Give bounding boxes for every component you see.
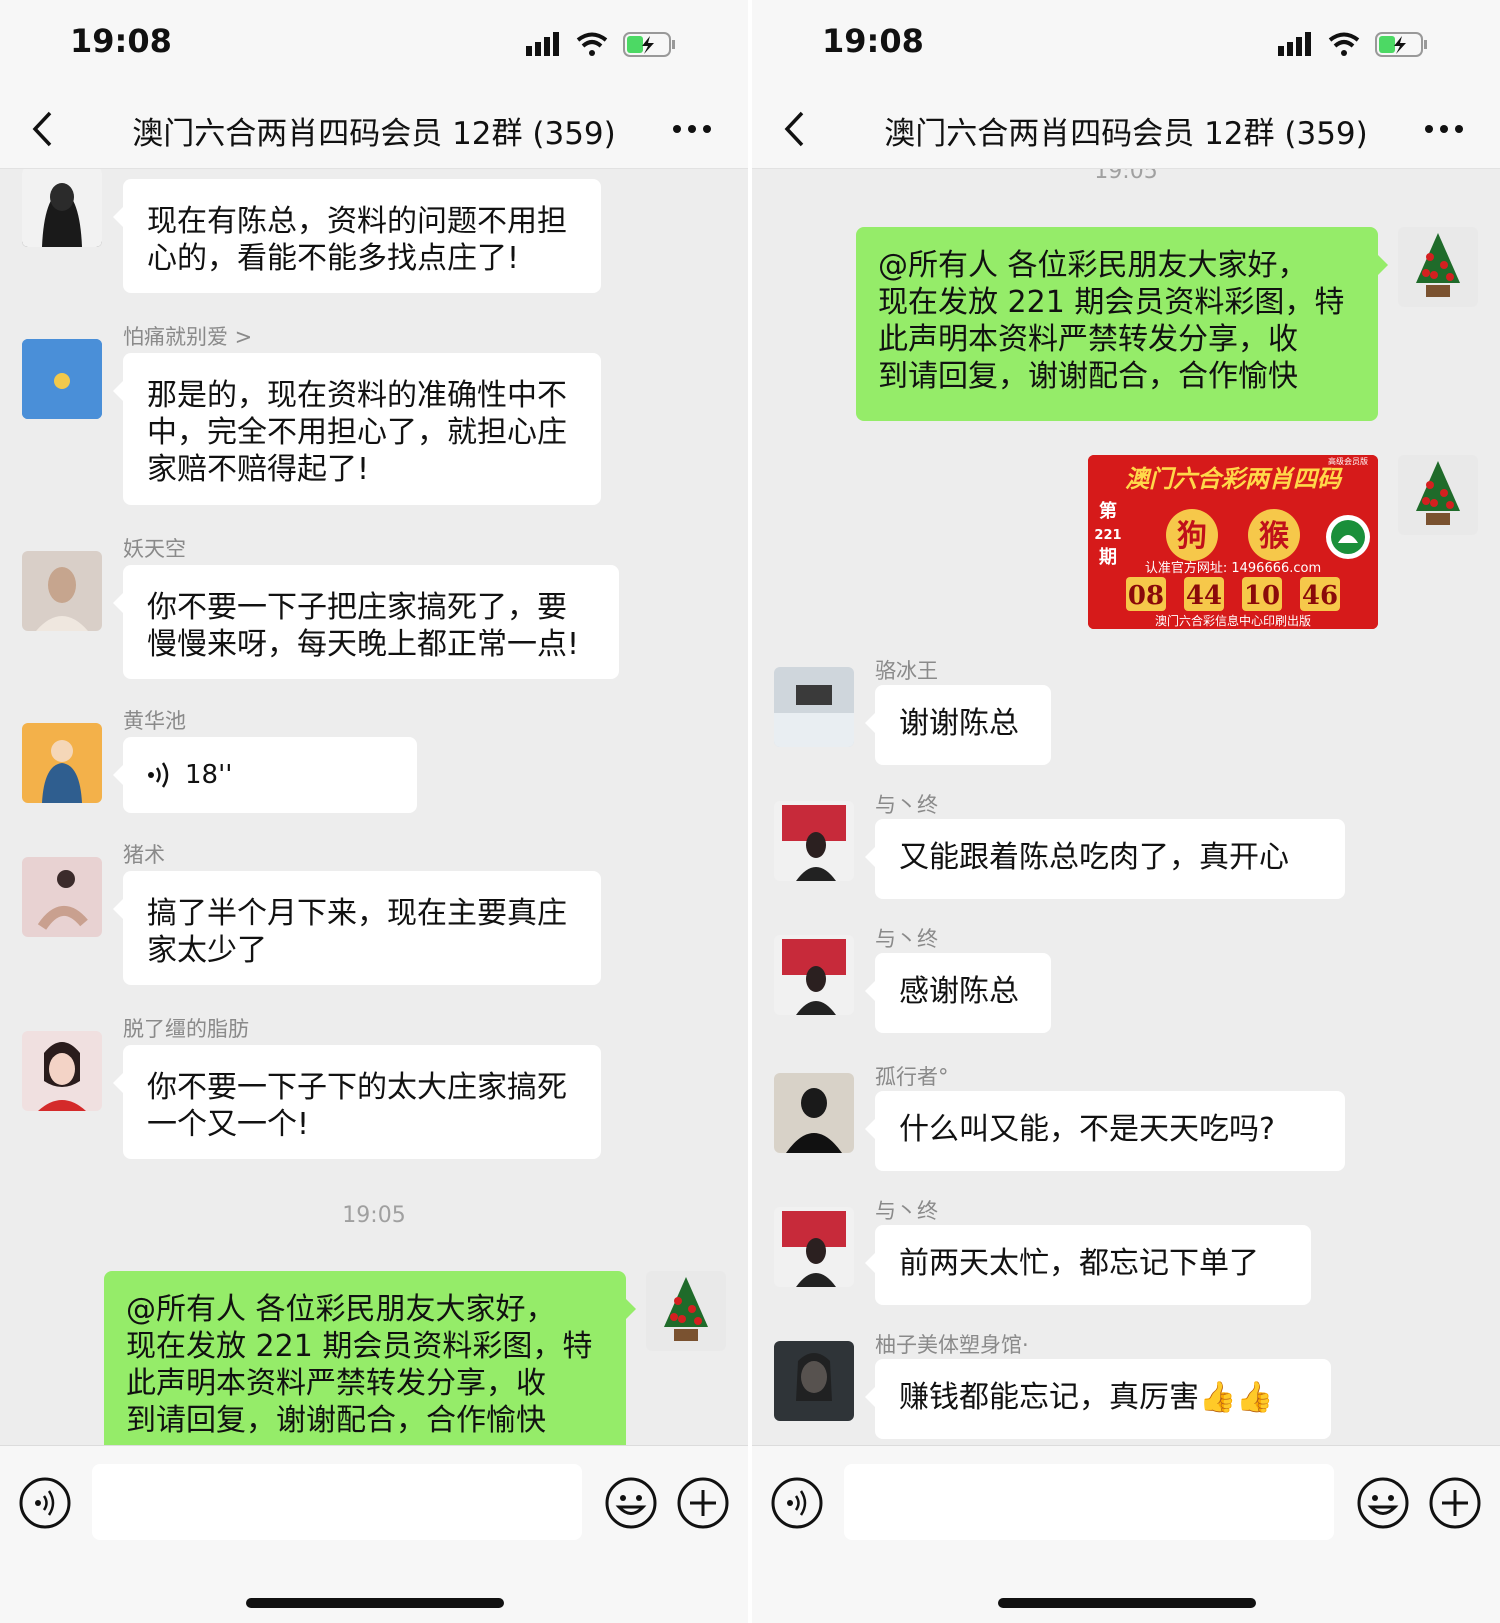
tree-avatar-image <box>646 1271 726 1351</box>
voice-duration: 18'' <box>185 759 233 790</box>
message-bubble[interactable]: 又能跟着陈总吃肉了，真开心 <box>865 819 1345 899</box>
message-bubble[interactable]: 感谢陈总 <box>865 953 1051 1033</box>
avatar[interactable] <box>22 857 102 937</box>
wifi-icon <box>576 32 608 56</box>
more-icon[interactable] <box>672 114 712 144</box>
message-bubble[interactable]: 那是的，现在资料的准确性中不 中，完全不用担心了，就担心庄 家赔不赔得起了! <box>113 353 601 505</box>
announcement-bubble[interactable]: @所有人 各位彩民朋友大家好， 现在发放 221 期会员资料彩图，特 此声明本资料严… <box>856 227 1388 421</box>
timestamp: 19:05 <box>1094 169 1158 184</box>
message-bubble[interactable]: 什么叫又能，不是天天吃吗? <box>865 1091 1345 1171</box>
emoji-icon[interactable] <box>1356 1476 1410 1530</box>
image-number-3: 10 <box>1244 581 1280 611</box>
message-bubble[interactable]: 前两天太忙，都忘记下单了 <box>865 1225 1311 1305</box>
avatar[interactable] <box>646 1271 726 1351</box>
image-zodiac-1: 狗 <box>1177 519 1207 554</box>
sender-name[interactable]: 与丶终 <box>875 923 938 953</box>
message-input[interactable] <box>844 1464 1334 1540</box>
message-bubble[interactable]: 你不要一下子下的太大庄家搞死 一个又一个! <box>113 1045 601 1159</box>
avatar[interactable] <box>774 667 854 747</box>
status-icons <box>1278 32 1427 57</box>
signal-icon <box>1278 32 1311 56</box>
nav-bar: 澳门六合两肖四码会员 12群 (359) <box>752 90 1500 169</box>
message-list[interactable]: 19:05 @所有人 各位彩民朋友大家好， 现在发放 221 期会员资料彩图，特此… <box>752 169 1500 1445</box>
avatar[interactable] <box>774 1341 854 1421</box>
message-bubble[interactable]: 现在有陈总，资料的问题不用担 心的，看能不能多找点庄了! <box>113 179 601 293</box>
avatar[interactable] <box>1398 227 1478 307</box>
chat-title: 澳门六合两肖四码会员 12群 (359) <box>884 116 1368 152</box>
avatar[interactable] <box>774 1073 854 1153</box>
image-footer: 澳门六合彩信息中心印刷出版 <box>1155 613 1311 628</box>
status-bar: 19:08 <box>752 0 1500 90</box>
voice-message[interactable]: 18'' <box>113 737 417 813</box>
lottery-image[interactable]: 高级会员版 澳门六合彩两肖四码 第 221 期 狗 猴 认准官方网址: 1496… <box>1088 455 1378 629</box>
avatar[interactable] <box>22 339 102 419</box>
sender-name[interactable]: 黄华池 <box>123 705 186 735</box>
status-icons <box>526 32 675 57</box>
image-issue-prefix: 第 <box>1099 500 1117 522</box>
wifi-icon <box>1328 32 1360 56</box>
avatar[interactable] <box>22 1031 102 1111</box>
battery-icon <box>1375 32 1427 57</box>
avatar[interactable] <box>774 801 854 881</box>
tree-avatar-image <box>1398 455 1478 535</box>
avatar[interactable] <box>22 169 102 247</box>
status-time: 19:08 <box>70 22 172 60</box>
nav-bar: 澳门六合两肖四码会员 12群 (359) <box>0 90 748 169</box>
status-bar: 19:08 <box>0 0 748 90</box>
message-list[interactable]: 现在有陈总，资料的问题不用担 心的，看能不能多找点庄了! 怕痛就别爱 > 那是的，… <box>0 169 748 1445</box>
input-bar <box>752 1445 1500 1623</box>
more-icon[interactable] <box>1424 114 1464 144</box>
avatar[interactable] <box>774 1207 854 1287</box>
image-number-1: 08 <box>1128 581 1164 611</box>
message-bubble[interactable]: 谢谢陈总 <box>865 685 1051 765</box>
sender-name[interactable]: 与丶终 <box>875 1195 938 1225</box>
image-title: 澳门六合彩两肖四码 <box>1125 464 1343 493</box>
avatar[interactable] <box>774 935 854 1015</box>
voice-input-icon[interactable] <box>18 1476 72 1530</box>
tree-avatar-image <box>1398 227 1478 307</box>
sender-name[interactable]: 柚子美体塑身馆· <box>875 1329 1029 1359</box>
status-time: 19:08 <box>822 22 924 60</box>
image-site: 认准官方网址: 1496666.com <box>1145 560 1321 576</box>
home-indicator <box>246 1598 504 1608</box>
timestamp: 19:05 <box>342 1203 406 1228</box>
sender-name[interactable]: 脱了缰的脂肪 <box>123 1013 249 1043</box>
message-input[interactable] <box>92 1464 582 1540</box>
message-bubble[interactable]: 搞了半个月下来，现在主要真庄 家太少了 <box>113 871 601 985</box>
message-bubble[interactable]: 你不要一下子把庄家搞死了，要 慢慢来呀，每天晚上都正常一点! <box>113 565 619 679</box>
image-zodiac-2: 猴 <box>1259 519 1289 554</box>
plus-icon[interactable] <box>1428 1476 1482 1530</box>
plus-icon[interactable] <box>676 1476 730 1530</box>
avatar[interactable] <box>22 551 102 631</box>
emoji-icon[interactable] <box>604 1476 658 1530</box>
image-number-2: 44 <box>1186 581 1222 611</box>
chat-screen-left: 19:08 澳门六合两肖四码会员 12群 (359) 现在有陈总，资料的问题不用… <box>0 0 748 1623</box>
sender-name[interactable]: 与丶终 <box>875 789 938 819</box>
signal-icon <box>526 32 559 56</box>
image-issue-suffix: 期 <box>1099 547 1117 568</box>
voice-icon <box>148 762 169 788</box>
voice-input-icon[interactable] <box>770 1476 824 1530</box>
sender-name[interactable]: 怕痛就别爱 > <box>123 321 252 351</box>
sender-name[interactable]: 骆冰王 <box>875 655 938 685</box>
announcement-bubble[interactable]: @所有人 各位彩民朋友大家好， 现在发放 221 期会员资料彩图，特 此声明本资料严… <box>104 1271 636 1445</box>
battery-icon <box>623 32 675 57</box>
back-icon[interactable] <box>30 110 54 148</box>
sender-name[interactable]: 猪术 <box>123 839 165 869</box>
message-bubble[interactable]: 赚钱都能忘记，真厉害👍👍 <box>865 1359 1331 1439</box>
input-bar <box>0 1445 748 1623</box>
chat-screen-right: 19:08 澳门六合两肖四码会员 12群 (359) 19:05 @所有人 各位… <box>752 0 1500 1623</box>
avatar[interactable] <box>1398 455 1478 535</box>
home-indicator <box>998 1598 1256 1608</box>
chat-title: 澳门六合两肖四码会员 12群 (359) <box>132 116 616 152</box>
sender-name[interactable]: 妖天空 <box>123 533 186 563</box>
image-issue-number: 221 <box>1094 528 1121 543</box>
sender-name[interactable]: 孤行者° <box>875 1061 949 1091</box>
back-icon[interactable] <box>782 110 806 148</box>
image-number-4: 46 <box>1302 581 1338 611</box>
avatar[interactable] <box>22 723 102 803</box>
